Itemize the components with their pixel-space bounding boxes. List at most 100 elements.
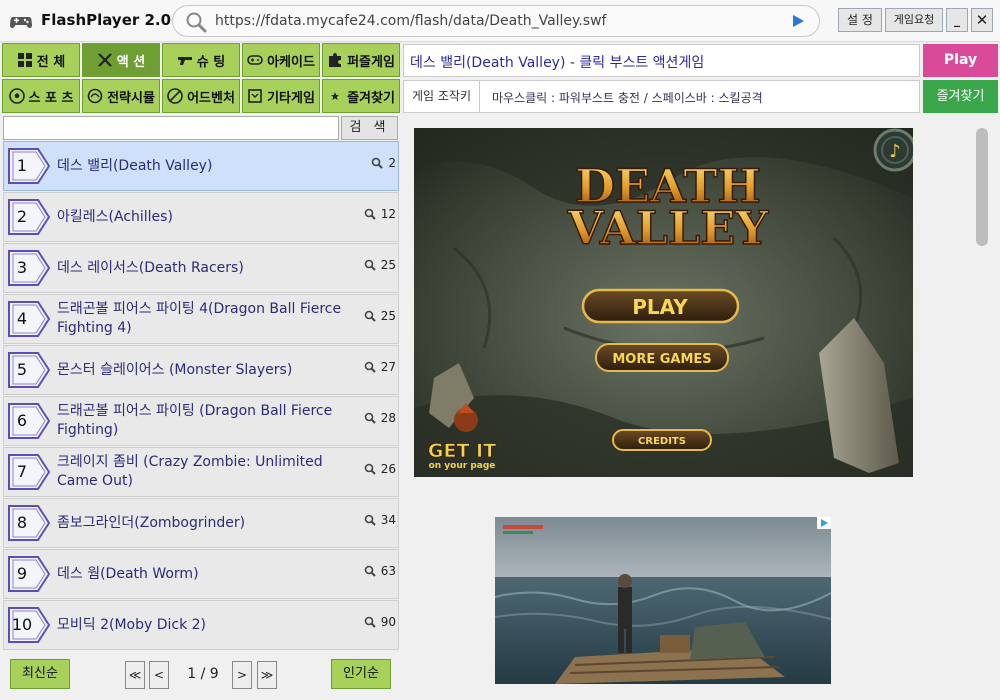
controls-label: 게임 조작키 (404, 81, 480, 112)
svg-text:CREDITS: CREDITS (638, 436, 686, 447)
rank-badge: 4 (8, 301, 50, 337)
game-title-link[interactable]: 좀보그라인더(Zombogrinder) (57, 499, 357, 547)
game-title-link[interactable]: 아킬레스(Achilles) (57, 193, 357, 241)
adventure-icon (167, 88, 183, 104)
sort-newest-button[interactable]: 최신순 (10, 659, 70, 689)
rank-badge: 2 (8, 199, 50, 235)
game-title-link[interactable]: 데스 레이서스(Death Racers) (57, 244, 357, 292)
category-misc[interactable]: 기타게임 (242, 79, 320, 113)
game-title-link[interactable]: 데스 밸리(Death Valley) (57, 142, 357, 190)
settings-button[interactable]: 설 정 (838, 8, 882, 32)
category-action[interactable]: 액 션 (82, 43, 160, 77)
view-count-value: 25 (380, 258, 396, 272)
game-list-item[interactable]: 9 데스 웜(Death Worm) 63 (3, 549, 399, 599)
category-favorites[interactable]: 즐겨찾기 (322, 79, 400, 113)
gun-icon (177, 57, 192, 65)
category-adventure[interactable]: 어드벤처 (162, 79, 240, 113)
rank-number: 3 (16, 258, 28, 277)
rank-badge: 3 (8, 250, 50, 286)
magnifier-icon (372, 157, 384, 169)
play-arrow-icon[interactable] (791, 14, 805, 28)
game-title-link[interactable]: 데스 웜(Death Worm) (57, 550, 357, 598)
magnifier-icon (364, 565, 376, 577)
prev-page-button[interactable]: < (149, 661, 169, 689)
gamepad-icon (247, 55, 263, 65)
game-credits-button[interactable]: CREDITS (612, 429, 712, 451)
game-list-item[interactable]: 7 크레이지 좀비 (Crazy Zombie: Unlimited Came O… (3, 447, 399, 497)
game-list-item[interactable]: 6 드래곤볼 피어스 파이팅 (Dragon Ball Fierce Fighti… (3, 396, 399, 446)
search-input[interactable] (3, 116, 339, 140)
sort-popular-button[interactable]: 인기순 (331, 659, 391, 689)
rank-number: 9 (16, 564, 28, 583)
game-more-games-button[interactable]: MORE GAMES (595, 343, 729, 372)
favorite-button[interactable]: 즐겨찾기 (923, 80, 998, 113)
minimize-button[interactable]: _ (946, 8, 968, 32)
url-bar[interactable]: https://fdata.mycafe24.com/flash/data/De… (172, 5, 820, 37)
puzzle-icon (329, 53, 342, 67)
play-button[interactable]: Play (923, 44, 998, 77)
music-toggle-icon[interactable]: ♪ (873, 128, 913, 172)
game-list-item[interactable]: 4 드래곤볼 피어스 파이팅 4(Dragon Ball Fierce Fight… (3, 294, 399, 344)
view-count-value: 2 (388, 156, 396, 170)
ad-choices-icon[interactable] (817, 517, 831, 529)
rank-number: 1 (16, 156, 28, 175)
game-title-link[interactable]: 모비딕 2(Moby Dick 2) (57, 601, 357, 649)
next-page-button[interactable]: > (232, 661, 252, 689)
game-list-item[interactable]: 8 좀보그라인더(Zombogrinder) 34 (3, 498, 399, 548)
close-button[interactable]: ✕ (971, 8, 993, 32)
last-page-button[interactable]: ≫ (257, 661, 277, 689)
game-request-button[interactable]: 게임요청 (885, 8, 943, 32)
game-title-link[interactable]: 몬스터 슬레이어스 (Monster Slayers) (57, 346, 357, 394)
category-puzzle[interactable]: 퍼즐게임 (322, 43, 400, 77)
magnifier-icon (364, 310, 376, 322)
rank-number: 5 (16, 360, 28, 379)
view-count: 26 (364, 462, 396, 476)
magnifier-icon (364, 616, 376, 628)
category-sports[interactable]: 스 포 츠 (2, 79, 80, 113)
game-title-link[interactable]: 드래곤볼 피어스 파이팅 (Dragon Ball Fierce Fightin… (57, 397, 357, 445)
rank-number: 10 (11, 615, 33, 634)
category-shooting[interactable]: 슈 팅 (162, 43, 240, 77)
game-title-link[interactable]: 크레이지 좀비 (Crazy Zombie: Unlimited Came Ou… (57, 448, 357, 496)
view-count: 12 (364, 207, 396, 221)
title-bar: FlashPlayer 2.0 https://fdata.mycafe24.c… (0, 0, 1000, 42)
first-page-button[interactable]: ≪ (125, 661, 145, 689)
game-list-item[interactable]: 5 몬스터 슬레이어스 (Monster Slayers) 27 (3, 345, 399, 395)
category-strategy[interactable]: 전략시뮬 (82, 79, 160, 113)
magnifier-icon (364, 208, 376, 220)
soccer-ball-icon (8, 88, 25, 104)
misc-icon (248, 89, 262, 103)
search-button[interactable]: 검 색 (341, 116, 398, 140)
rank-badge: 7 (8, 454, 50, 490)
game-list-item[interactable]: 3 데스 레이서스(Death Racers) 25 (3, 243, 399, 293)
svg-text:♪: ♪ (889, 141, 901, 162)
category-label: 어드벤처 (187, 90, 235, 106)
url-text[interactable]: https://fdata.mycafe24.com/flash/data/De… (215, 13, 606, 29)
svg-text:GET IT: GET IT (428, 440, 496, 462)
game-list-item[interactable]: 2 아킬레스(Achilles) 12 (3, 192, 399, 242)
magnifier-icon (364, 463, 376, 475)
view-count-value: 34 (380, 513, 396, 527)
game-play-button[interactable]: PLAY (581, 288, 740, 324)
game-list-item[interactable]: 10 모비딕 2(Moby Dick 2) 90 (3, 600, 399, 650)
game-screen[interactable]: ♪ DEATH VALLEY PLAY MORE GAMES CREDITS G… (414, 128, 913, 477)
svg-text:on your page: on your page (429, 461, 496, 471)
view-count-value: 63 (380, 564, 396, 578)
game-title: 데스 밸리(Death Valley) - 클릭 부스트 액션게임 (410, 55, 705, 71)
category-all[interactable]: 전 체 (2, 43, 80, 77)
view-count: 34 (364, 513, 396, 527)
scrollbar-thumb[interactable] (976, 128, 988, 246)
game-canvas[interactable]: ♪ DEATH VALLEY PLAY MORE GAMES CREDITS G… (414, 128, 913, 477)
view-count-value: 12 (380, 207, 396, 221)
view-count-value: 25 (380, 309, 396, 323)
game-list-item[interactable]: 1 데스 밸리(Death Valley) 2 (3, 141, 399, 191)
game-list: 1 데스 밸리(Death Valley) 2 2 아킬레스(Achilles) 12 3 데… (3, 141, 399, 650)
category-grid: 전 체 액 션 슈 팅 아케이드 퍼즐게임 스 포 츠 전략시뮬 어드벤처 기타… (2, 42, 400, 114)
ad-banner[interactable] (495, 517, 831, 684)
raft-on-sea-ad-image[interactable] (495, 517, 831, 684)
game-title-link[interactable]: 드래곤볼 피어스 파이팅 4(Dragon Ball Fierce Fighti… (57, 295, 357, 343)
rank-badge: 5 (8, 352, 50, 388)
category-arcade[interactable]: 아케이드 (242, 43, 320, 77)
category-label: 액 션 (116, 54, 146, 70)
rank-number: 7 (16, 462, 28, 481)
